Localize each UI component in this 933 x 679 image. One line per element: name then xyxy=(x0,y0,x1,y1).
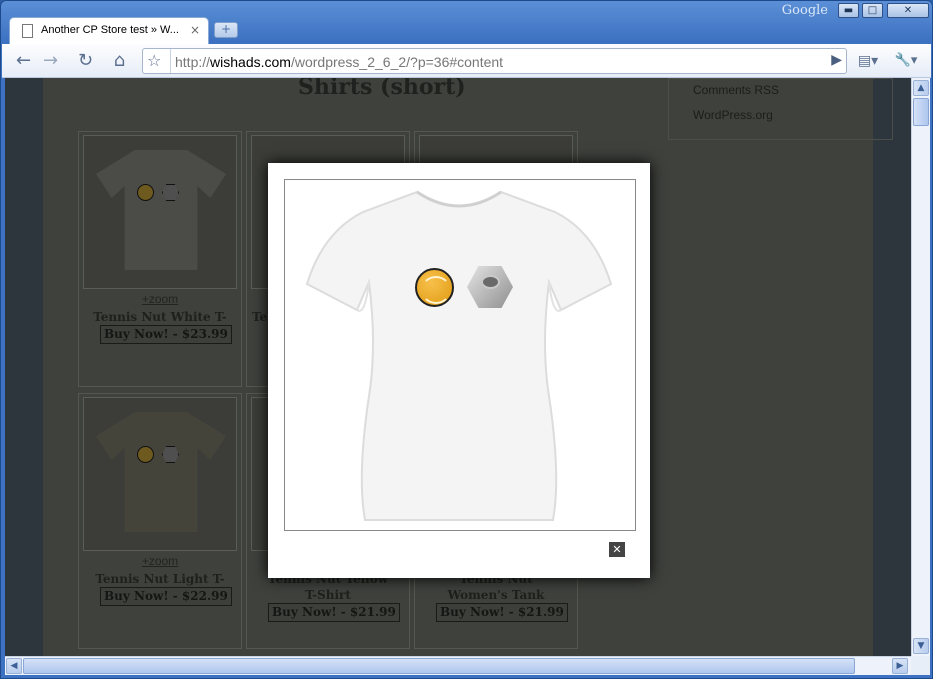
title-bar: Google ▬ □ ✕ Another CP Store test » W..… xyxy=(1,1,932,45)
forward-icon[interactable]: → xyxy=(37,48,64,74)
sidebar-link-wordpress-org[interactable]: WordPress.org xyxy=(693,108,773,122)
womens-tshirt-image xyxy=(305,190,613,521)
scrollbar-corner xyxy=(911,656,930,675)
address-bar[interactable]: ☆ http://wishads.com/wordpress_2_6_2/?p=… xyxy=(142,48,847,74)
sidebar-meta: Comments RSS WordPress.org xyxy=(668,78,893,140)
maximize-button[interactable]: □ xyxy=(862,3,883,18)
tools-menu-icon[interactable]: 🔧▾ xyxy=(890,48,922,74)
page-title: Shirts (short) xyxy=(298,78,466,100)
lightbox-image[interactable] xyxy=(284,179,636,531)
scroll-right-icon[interactable]: ▶ xyxy=(892,658,908,674)
tshirt-image xyxy=(96,150,226,270)
sidebar-link-comments-rss[interactable]: Comments RSS xyxy=(693,83,779,97)
page-menu-icon[interactable]: ▤▾ xyxy=(852,48,884,74)
url-text[interactable]: http://wishads.com/wordpress_2_6_2/?p=36… xyxy=(175,54,503,70)
home-icon[interactable]: ⌂ xyxy=(106,48,133,74)
product-thumbnail[interactable] xyxy=(83,135,237,289)
zoom-link[interactable]: +zoom xyxy=(79,292,241,306)
scroll-left-icon[interactable]: ◀ xyxy=(6,658,22,674)
tennis-ball-icon xyxy=(137,446,154,463)
lightbox-dialog: ✕ xyxy=(268,163,650,578)
vertical-scrollbar[interactable]: ▲ ▼ xyxy=(911,78,930,656)
scroll-up-icon[interactable]: ▲ xyxy=(913,80,929,96)
hex-nut-hole xyxy=(481,275,500,289)
buy-now-button[interactable]: Buy Now! - $21.99 xyxy=(268,603,400,622)
product-card: +zoom Tennis Nut Light T-Shirt Buy Now! … xyxy=(78,393,242,649)
product-card: +zoom Tennis Nut White T-Shirt Buy Now! … xyxy=(78,131,242,387)
page-icon xyxy=(22,24,33,38)
navigation-toolbar: ← → ↻ ⌂ ☆ http://wishads.com/wordpress_2… xyxy=(2,44,931,78)
tab-close-icon[interactable]: × xyxy=(190,23,200,37)
new-tab-button[interactable]: + xyxy=(214,22,238,38)
zoom-link[interactable]: +zoom xyxy=(79,554,241,568)
buy-now-button[interactable]: Buy Now! - $23.99 xyxy=(100,325,232,344)
product-thumbnail[interactable] xyxy=(83,397,237,551)
back-icon[interactable]: ← xyxy=(10,48,37,74)
bookmark-star-icon[interactable]: ☆ xyxy=(147,51,161,70)
vertical-scroll-thumb[interactable] xyxy=(913,98,929,126)
tennis-ball-icon xyxy=(137,184,154,201)
close-window-button[interactable]: ✕ xyxy=(887,3,929,18)
minimize-button[interactable]: ▬ xyxy=(838,3,859,18)
brand-label: Google xyxy=(781,3,828,18)
go-icon[interactable]: ▶ xyxy=(831,52,842,68)
lightbox-close-icon[interactable]: ✕ xyxy=(609,542,625,557)
buy-now-button[interactable]: Buy Now! - $21.99 xyxy=(436,603,568,622)
browser-tab[interactable]: Another CP Store test » W... × xyxy=(9,17,209,45)
tshirt-image xyxy=(96,412,226,532)
scroll-down-icon[interactable]: ▼ xyxy=(913,638,929,654)
horizontal-scroll-thumb[interactable] xyxy=(23,658,855,674)
buy-now-button[interactable]: Buy Now! - $22.99 xyxy=(100,587,232,606)
tennis-ball-icon xyxy=(415,268,454,307)
reload-icon[interactable]: ↻ xyxy=(72,48,99,74)
horizontal-scrollbar[interactable]: ◀ ▶ xyxy=(5,656,911,675)
omnibox-divider xyxy=(170,49,171,73)
tab-title: Another CP Store test » W... xyxy=(41,24,179,36)
